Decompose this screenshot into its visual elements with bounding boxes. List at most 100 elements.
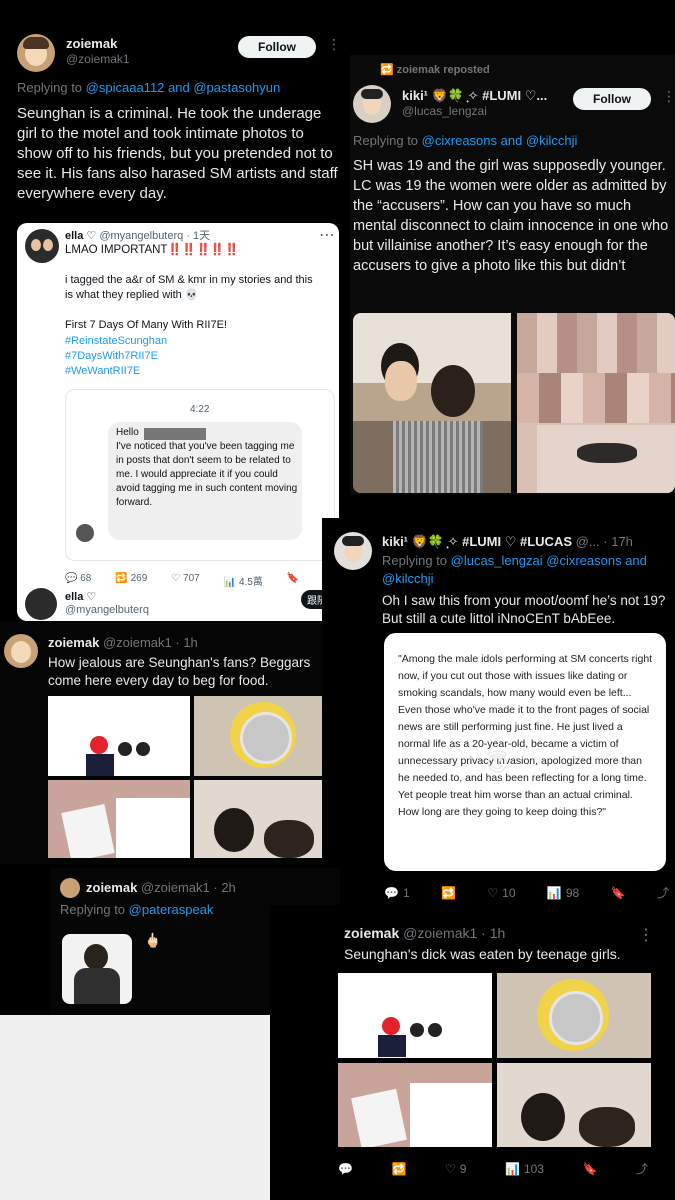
post-image[interactable] (194, 696, 322, 776)
author-line: zoiemak @zoiemak1 · 1h (344, 925, 505, 941)
embed-handle: @myangelbuterq · 1天 (99, 230, 211, 242)
more-icon[interactable]: ⋮ (327, 36, 341, 53)
post-image[interactable] (338, 973, 492, 1058)
reply-icon: 💬 68 (65, 573, 92, 584)
reply-icon[interactable]: 💬 (338, 1162, 353, 1176)
reply-to-link[interactable]: @kilcchji (382, 571, 433, 586)
author-name[interactable]: zoiemak (86, 880, 137, 895)
author-name[interactable]: zoiemak (48, 635, 99, 650)
more-icon: ⋯ (319, 227, 335, 244)
post2-panel: 🔁 zoiemak reposted kiki¹ 🦁🍀 ̟✧ #LUMI ♡..… (350, 55, 675, 495)
repost-text: zoiemak reposted (396, 64, 490, 76)
post-image[interactable] (62, 934, 132, 1004)
embed-stat: 4.5萬 (238, 577, 263, 588)
share-icon[interactable]: ⤴ (636, 1160, 648, 1177)
follow-button[interactable]: Follow (573, 88, 651, 110)
reply-prefix: Replying to (382, 553, 448, 568)
action-bar: 💬 🔁 ♡ 9 📊 103 🔖 ⤴ (338, 1160, 648, 1177)
post-text: Seunghan's dick was eaten by teenage gir… (344, 946, 621, 962)
footer-name: ella ♡ (65, 591, 97, 603)
post-image[interactable] (48, 780, 190, 858)
reply-icon[interactable]: 💬 1 (384, 886, 410, 900)
bookmark-icon: 🔖 (286, 573, 300, 584)
views-icon[interactable]: 📊 103 (505, 1162, 544, 1176)
angel-emoji: 😇 (486, 751, 509, 776)
reply-to-link[interactable]: @cixreasons and @kilcchji (422, 133, 578, 148)
author-handle[interactable]: @zoiemak1 · 1h (403, 925, 505, 941)
author-line: zoiemak @zoiemak1 · 1h (48, 635, 198, 650)
quote-card[interactable]: "Among the male idols performing at SM c… (384, 633, 666, 871)
like-count: 10 (502, 885, 516, 900)
author-name[interactable]: zoiemak (344, 925, 399, 941)
post-text: SH was 19 and the girl was supposedly yo… (353, 158, 669, 274)
reply-prefix: Replying to (60, 902, 126, 917)
avatar[interactable] (334, 532, 372, 570)
author-handle[interactable]: @zoiemak1 · 2h (141, 880, 236, 895)
embed-tag: #WeWantRII7E (65, 365, 141, 377)
author-handle[interactable]: @lucas_lengzai (402, 104, 487, 118)
views-count: 98 (565, 885, 580, 900)
reply-context: Replying to @lucas_lengzai @cixreasons a… (382, 552, 672, 588)
more-icon[interactable]: ⋮ (662, 88, 675, 105)
reply-prefix: Replying to (353, 133, 419, 148)
embed-name: ella ♡ (65, 230, 97, 242)
views-icon[interactable]: 📊 98 (547, 886, 579, 900)
views-count: 103 (523, 1161, 544, 1176)
post-image[interactable] (353, 313, 511, 493)
reply-prefix: Replying to (17, 80, 83, 95)
avatar[interactable] (60, 878, 80, 898)
avatar (25, 588, 57, 620)
like-count: 9 (459, 1161, 467, 1176)
bookmark-icon[interactable]: 🔖 (582, 1162, 597, 1176)
reply-to-link[interactable]: @spicaaa112 and @pastasohyun (86, 80, 281, 95)
retweet-icon[interactable]: 🔁 (441, 886, 456, 900)
author-name[interactable]: kiki¹ 🦁🍀 ̟✧ #LUMI ♡ #LUCAS (382, 534, 572, 549)
more-icon[interactable]: ⋮ (638, 925, 654, 945)
post-text: Seunghan is a criminal. He took the unde… (17, 105, 338, 202)
reply-context: Replying to @cixreasons and @kilcchji (353, 133, 577, 148)
share-icon[interactable]: ⤴ (657, 884, 669, 901)
like-icon[interactable]: ♡ 9 (445, 1162, 466, 1176)
avatar[interactable] (4, 634, 38, 668)
post-image[interactable] (497, 1063, 651, 1147)
reply-count: 1 (402, 885, 410, 900)
embed-line1: LMAO IMPORTANT‼️‼️‼️‼️‼️ (65, 244, 240, 256)
embed-tag: #7DaysWith7RII7E (65, 350, 158, 362)
redaction-bar (144, 428, 206, 440)
post-image[interactable] (497, 973, 651, 1058)
embed-action-bar: 💬 68 🔁 269 ♡ 707 📊 4.5萬 🔖 (65, 573, 333, 588)
avatar[interactable] (17, 34, 55, 72)
like-icon[interactable]: ♡ 10 (487, 886, 515, 900)
post-text: Oh I saw this from your moot/oomf he’s n… (382, 593, 666, 626)
author-handle[interactable]: @zoiemak1 · 1h (103, 635, 198, 650)
avatar (25, 229, 59, 263)
author-name[interactable]: kiki¹ 🦁🍀 ̟✧ #LUMI ♡... (402, 88, 562, 104)
embed-author: ella ♡ @myangelbuterq · 1天 (65, 227, 210, 243)
post-image[interactable] (338, 1063, 492, 1147)
embedded-screenshot[interactable]: ella ♡ @myangelbuterq · 1天 ⋯ LMAO IMPORT… (17, 223, 339, 621)
avatar (76, 524, 94, 542)
retweet-icon: 🔁 269 (115, 573, 148, 584)
author-handle[interactable]: @zoiemak1 (66, 52, 130, 66)
bookmark-icon[interactable]: 🔖 (611, 886, 626, 900)
post-image[interactable] (48, 696, 190, 776)
embed-stat: 707 (183, 573, 200, 584)
views-icon: 📊 4.5萬 (223, 577, 263, 588)
author-line: zoiemak @zoiemak1 · 2h (86, 880, 236, 895)
reply-to-link[interactable]: @lucas_lengzai @cixreasons and (451, 553, 647, 568)
pixelated-image[interactable] (517, 313, 675, 493)
author-name[interactable]: zoiemak (66, 36, 117, 51)
dm-screenshot: 4:22 Hello I've noticed that you've been… (65, 389, 335, 561)
author-handle[interactable]: @... · 17h (576, 534, 633, 549)
retweet-icon: 🔁 (380, 64, 394, 76)
post-text: How jealous are Seunghan's fans? Beggars… (48, 655, 311, 688)
avatar[interactable] (353, 85, 391, 123)
follow-button[interactable]: Follow (238, 36, 316, 58)
post-image[interactable] (194, 780, 322, 858)
retweet-icon[interactable]: 🔁 (391, 1162, 406, 1176)
action-bar: 💬 1 🔁 ♡ 10 📊 98 🔖 ⤴ (384, 884, 669, 901)
author-line: kiki¹ 🦁🍀 ̟✧ #LUMI ♡ #LUCAS @... · 17h (382, 534, 633, 550)
embed-line2: i tagged the a&r of SM & kmr in my stori… (65, 274, 313, 301)
reply-to-link[interactable]: @pateraspeak (129, 902, 214, 917)
middle-finger-emoji: 🖕🏻 (144, 932, 162, 948)
